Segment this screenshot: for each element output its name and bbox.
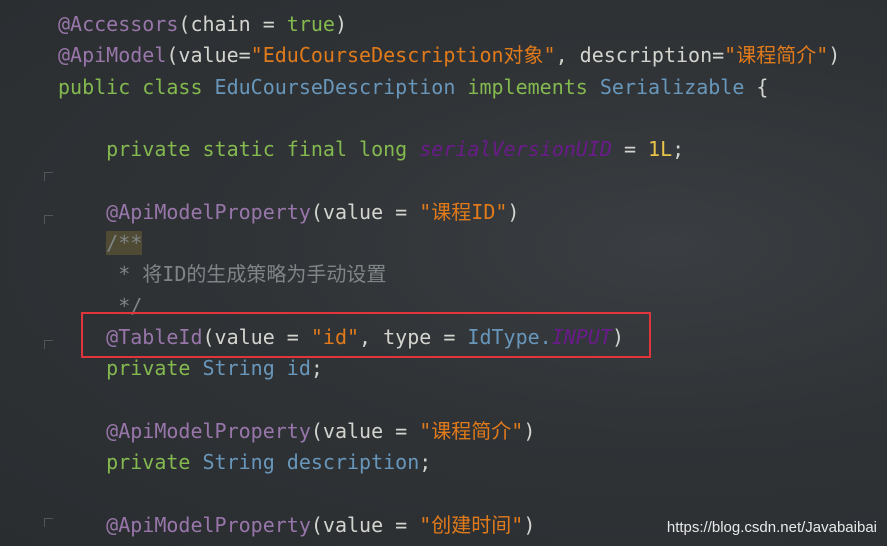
code-token: @ApiModelProperty	[106, 199, 311, 224]
code-line[interactable]	[58, 103, 840, 134]
code-token: )	[507, 199, 520, 224]
code-token: /**	[106, 231, 143, 256]
code-line[interactable]: @ApiModelProperty(value = "课程简介")	[58, 416, 840, 447]
fold-marker-icon[interactable]	[44, 518, 53, 527]
fold-marker-icon[interactable]	[44, 340, 53, 349]
code-token: String description	[202, 450, 420, 475]
code-token: (value=	[166, 43, 251, 68]
code-token: {	[756, 74, 769, 99]
code-token: private	[106, 356, 203, 381]
code-token: private static final long	[106, 137, 420, 162]
code-token: "EduCourseDescription对象"	[250, 43, 556, 68]
code-token: =	[611, 137, 649, 162]
code-line[interactable]	[58, 478, 840, 509]
code-editor[interactable]: @Accessors(chain = true) @ApiModel(value=…	[58, 9, 840, 541]
code-line[interactable]: public class EduCourseDescription implem…	[58, 72, 840, 103]
code-token: (chain =	[178, 12, 287, 36]
code-line[interactable]	[58, 385, 840, 416]
code-token: (value =	[310, 199, 420, 224]
code-token: (value =	[310, 512, 420, 537]
code-token: "课程ID"	[419, 199, 508, 224]
code-token: * 将ID的生成策略为手动设置	[58, 262, 387, 287]
code-line[interactable]: @Accessors(chain = true)	[58, 9, 840, 40]
code-token: true	[286, 12, 335, 36]
code-token: )	[334, 12, 348, 36]
code-token: @ApiModelProperty	[106, 418, 311, 443]
code-token: private	[106, 450, 203, 475]
watermark: https://blog.csdn.net/Javabaibai	[666, 519, 877, 536]
code-token: ;	[672, 137, 685, 162]
code-token: @ApiModel	[58, 43, 167, 68]
code-token: EduCourseDescription	[214, 74, 468, 99]
code-token: "课程简介"	[724, 43, 829, 68]
code-token: )	[523, 418, 536, 443]
code-token: , description=	[555, 43, 725, 68]
code-token: @ApiModelProperty	[106, 512, 311, 537]
code-token: "课程简介"	[419, 418, 524, 443]
code-line[interactable]: private static final long serialVersionU…	[58, 134, 840, 165]
code-token: ;	[310, 356, 323, 381]
code-token: implements	[467, 74, 600, 99]
code-line[interactable]	[58, 165, 840, 196]
code-token: @Accessors	[58, 12, 179, 36]
fold-marker-icon[interactable]	[44, 215, 53, 224]
code-token: "创建时间"	[419, 512, 524, 537]
code-token: ;	[419, 450, 432, 475]
highlight-box	[81, 312, 651, 358]
code-token: public class	[58, 74, 215, 99]
code-line[interactable]: * 将ID的生成策略为手动设置	[58, 259, 840, 290]
code-token: 1L	[648, 137, 673, 162]
code-line[interactable]: private String description;	[58, 447, 840, 478]
code-line[interactable]: @ApiModelProperty(value = "课程ID")	[58, 197, 840, 228]
code-token: )	[828, 43, 841, 68]
fold-marker-icon[interactable]	[44, 172, 53, 181]
code-token: String id	[202, 356, 311, 381]
code-line[interactable]: /**	[58, 228, 840, 259]
editor-gutter	[0, 0, 53, 546]
code-token: )	[523, 512, 536, 537]
code-token: (value =	[310, 418, 420, 443]
code-line[interactable]: @ApiModel(value="EduCourseDescription对象"…	[58, 40, 840, 71]
code-token: serialVersionUID	[419, 137, 612, 162]
code-token: Serializable	[599, 74, 757, 99]
